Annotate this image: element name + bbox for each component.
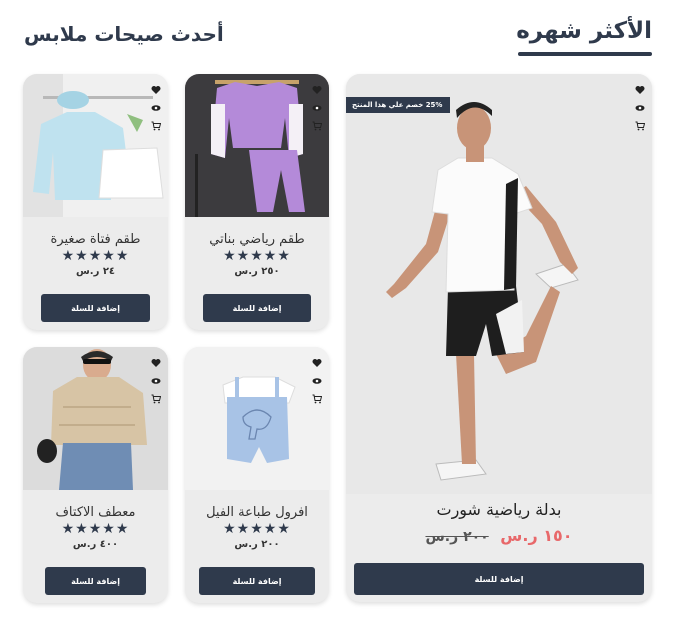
rating-stars: ★★★★★: [61, 248, 130, 264]
product-actions: [150, 357, 162, 405]
cart-icon[interactable]: [634, 120, 646, 132]
product-image-puffer-coat: [23, 347, 168, 490]
product-price: ٢٠٠ ر.س: [234, 539, 280, 550]
add-to-cart-button[interactable]: إضافة للسلة: [354, 563, 644, 595]
product-image-elephant-overall: [185, 347, 329, 490]
rating-stars: ★★★★★: [61, 521, 130, 537]
eye-icon[interactable]: [311, 375, 323, 387]
heart-icon[interactable]: [634, 84, 646, 96]
product-name: طقم فتاة صغيرة: [50, 232, 141, 247]
rating-stars: ★★★★★: [223, 248, 291, 264]
add-to-cart-button[interactable]: إضافة للسلة: [41, 294, 150, 322]
product-image-little-girl-set: [23, 74, 168, 217]
add-to-cart-button[interactable]: إضافة للسلة: [45, 567, 146, 595]
cart-icon[interactable]: [150, 120, 162, 132]
product-card[interactable]: معطف الاكتاف ★★★★★ ٤٠٠ ر.س إضافة للسلة: [23, 347, 168, 603]
heart-icon[interactable]: [311, 357, 323, 369]
price-old: ٢٠٠ ر.س: [425, 529, 489, 545]
featured-actions: [634, 84, 646, 132]
product-actions: [311, 357, 323, 405]
product-price: ٢٥٠ ر.س: [234, 266, 280, 277]
cart-icon[interactable]: [311, 120, 323, 132]
cart-icon[interactable]: [311, 393, 323, 405]
heart-icon[interactable]: [311, 84, 323, 96]
price-new: ١٥٠ ر.س: [500, 526, 573, 545]
product-card[interactable]: طقم رياضي بناتي ★★★★★ ٢٥٠ ر.س إضافة للسل…: [185, 74, 329, 330]
product-name: معطف الاكتاف: [55, 505, 136, 520]
eye-icon[interactable]: [150, 102, 162, 114]
eye-icon[interactable]: [311, 102, 323, 114]
add-to-cart-button[interactable]: إضافة للسلة: [199, 567, 315, 595]
product-price: ٤٠٠ ر.س: [72, 539, 119, 550]
product-price: ١٥٠ ر.س ٢٠٠ ر.س: [346, 526, 652, 545]
product-actions: [311, 84, 323, 132]
discount-badge: 25% خصم علي هذا المنتج: [346, 97, 451, 113]
heart-icon[interactable]: [150, 357, 162, 369]
product-name: طقم رياضي بناتي: [209, 232, 305, 247]
add-to-cart-button[interactable]: إضافة للسلة: [203, 294, 311, 322]
rating-stars: ★★★★★: [223, 521, 291, 537]
product-card[interactable]: افرول طباعة الفيل ★★★★★ ٢٠٠ ر.س إضافة لل…: [185, 347, 329, 603]
eye-icon[interactable]: [634, 102, 646, 114]
section-title-underline: [518, 52, 652, 56]
product-image-sport-suit: [346, 74, 652, 494]
product-card[interactable]: طقم فتاة صغيرة ★★★★★ ٢٤ ر.س إضافة للسلة: [23, 74, 168, 330]
product-name: افرول طباعة الفيل: [206, 505, 308, 520]
product-name: بدلة رياضية شورت: [436, 500, 562, 519]
product-price: ٢٤ ر.س: [75, 266, 116, 277]
product-image-girls-sport-set: [185, 74, 329, 217]
section-title-latest: أحدث صيحات ملابس: [24, 22, 224, 46]
section-title-most-popular: الأكثر شهره: [516, 18, 652, 44]
cart-icon[interactable]: [150, 393, 162, 405]
eye-icon[interactable]: [150, 375, 162, 387]
product-actions: [150, 84, 162, 132]
featured-product-card[interactable]: 25% خصم علي هذا المنتج بدلة رياضية شورت …: [346, 74, 652, 602]
heart-icon[interactable]: [150, 84, 162, 96]
